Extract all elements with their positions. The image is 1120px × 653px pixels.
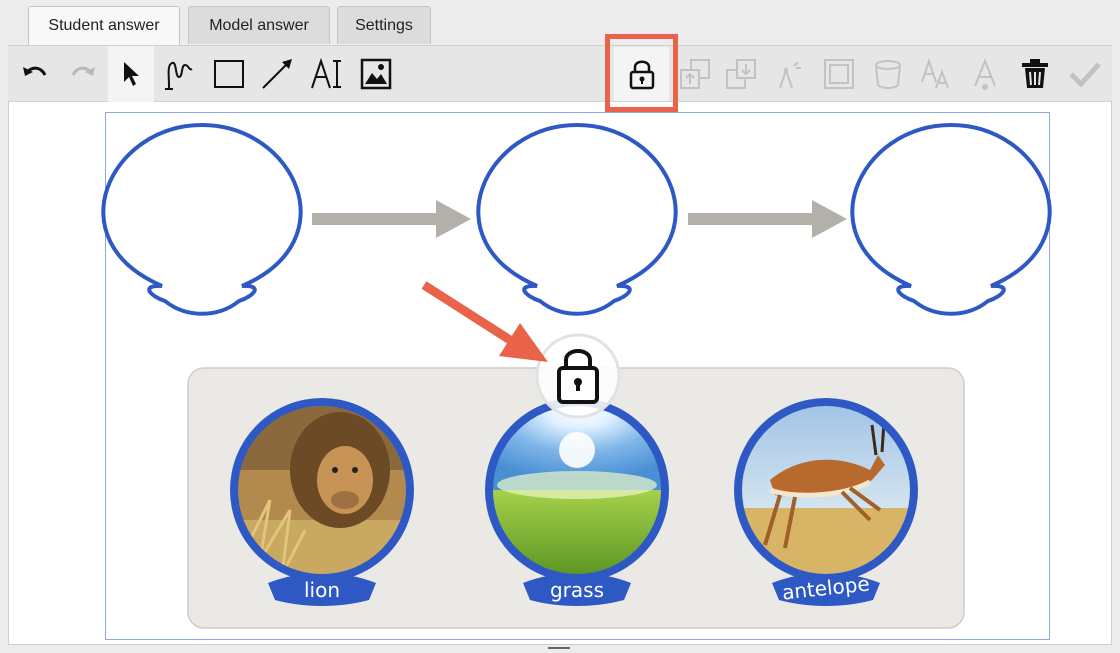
canvas-scene: lion grass antelope	[101, 122, 1052, 629]
empty-bubble-2	[476, 122, 678, 316]
empty-bubble-3	[850, 122, 1052, 316]
tray-lock-badge	[535, 333, 621, 419]
resize-handle[interactable]	[548, 647, 570, 649]
empty-bubble-1	[101, 122, 303, 316]
lion-label: lion	[304, 578, 340, 602]
flow-arrow-2	[688, 200, 847, 238]
flow-arrow-1	[312, 200, 471, 238]
grass-label: grass	[550, 578, 604, 602]
